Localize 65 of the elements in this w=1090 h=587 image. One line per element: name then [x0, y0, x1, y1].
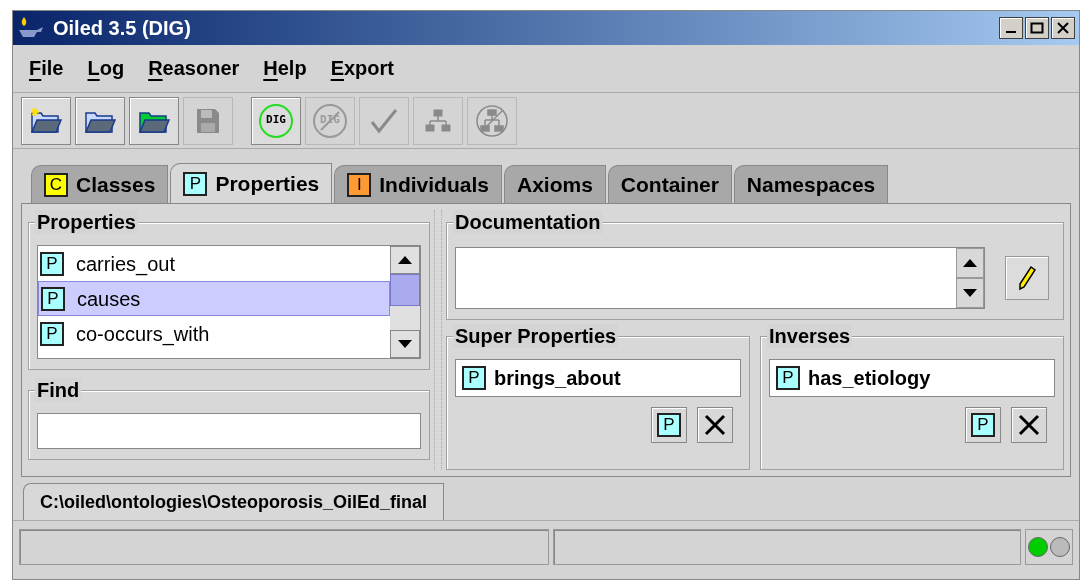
toolbar-button[interactable] — [129, 96, 179, 145]
menu-item[interactable]: Help — [263, 53, 307, 88]
menu-item[interactable]: File — [29, 53, 64, 88]
tab-badge: C — [44, 172, 68, 197]
list-item[interactable]: P carries_out — [38, 246, 390, 281]
group-title: Inverses — [767, 324, 853, 348]
list-item[interactable]: P causes — [38, 281, 390, 316]
minimize-button[interactable] — [999, 17, 1023, 39]
property-name: carries_out — [76, 251, 175, 278]
p-badge: P — [657, 413, 681, 437]
tab-badge: I — [347, 172, 372, 197]
group-title: Properties — [35, 210, 138, 234]
close-button[interactable] — [1051, 17, 1075, 39]
scrollbar[interactable] — [390, 246, 420, 358]
p-badge: P — [41, 286, 65, 311]
tab[interactable]: P Properties — [170, 163, 333, 203]
remove-button[interactable] — [697, 407, 733, 443]
close-icon — [1056, 22, 1070, 34]
document-tab[interactable]: C:\oiled\ontologies\Osteoporosis_OilEd_final — [23, 483, 445, 520]
p-badge: P — [776, 366, 800, 390]
scroll-thumb[interactable] — [390, 274, 420, 306]
property-name: causes — [77, 286, 141, 312]
window-title: Oiled 3.5 (DIG) — [53, 16, 191, 41]
edit-button[interactable] — [1005, 256, 1049, 300]
list-item[interactable]: P co-occurs_with — [38, 316, 390, 351]
hierarchy-icon — [425, 108, 451, 133]
property-entry[interactable]: P brings_about — [455, 359, 741, 397]
add-property-button[interactable]: P — [965, 407, 1001, 443]
toolbar-button[interactable] — [21, 96, 71, 145]
property-entry[interactable]: P has_etiology — [769, 359, 1055, 397]
maximize-button[interactable] — [1025, 17, 1049, 39]
menu-item[interactable]: Export — [330, 53, 394, 88]
property-name: brings_about — [494, 366, 621, 391]
hierarchy-off-icon — [475, 103, 509, 138]
toolbar-button[interactable] — [75, 96, 125, 145]
tab-badge: P — [183, 171, 208, 196]
toolbar-button[interactable]: DIG — [251, 96, 301, 145]
pencil-icon — [1017, 265, 1037, 291]
group-title: Find — [35, 378, 82, 402]
p-badge: P — [971, 413, 995, 437]
tab[interactable]: Container — [607, 165, 732, 203]
tab[interactable]: I Individuals — [334, 165, 502, 203]
tab[interactable]: C Classes — [31, 165, 169, 203]
p-badge: P — [40, 251, 64, 276]
group-title: Documentation — [453, 210, 603, 234]
close-icon — [703, 413, 727, 437]
menu-item[interactable]: Reasoner — [148, 53, 240, 88]
property-name: has_etiology — [808, 366, 931, 391]
maximize-icon — [1030, 22, 1044, 34]
property-name: co-occurs_with — [76, 321, 210, 348]
new-folder-icon — [30, 106, 62, 135]
minimize-icon — [1006, 31, 1016, 33]
find-field[interactable] — [37, 413, 421, 449]
tab[interactable]: Namespaces — [733, 165, 889, 203]
dig-icon: DIG — [259, 103, 293, 138]
menu-item[interactable]: Log — [87, 53, 125, 88]
p-badge: P — [462, 366, 486, 390]
add-property-button[interactable]: P — [651, 407, 687, 443]
close-icon — [1017, 413, 1041, 437]
p-badge: P — [40, 321, 64, 346]
group-title: Super Properties — [453, 324, 619, 348]
oil-lamp-icon — [17, 16, 45, 40]
remove-button[interactable] — [1011, 407, 1047, 443]
check-icon — [370, 107, 398, 134]
tab[interactable]: Axioms — [503, 165, 606, 203]
